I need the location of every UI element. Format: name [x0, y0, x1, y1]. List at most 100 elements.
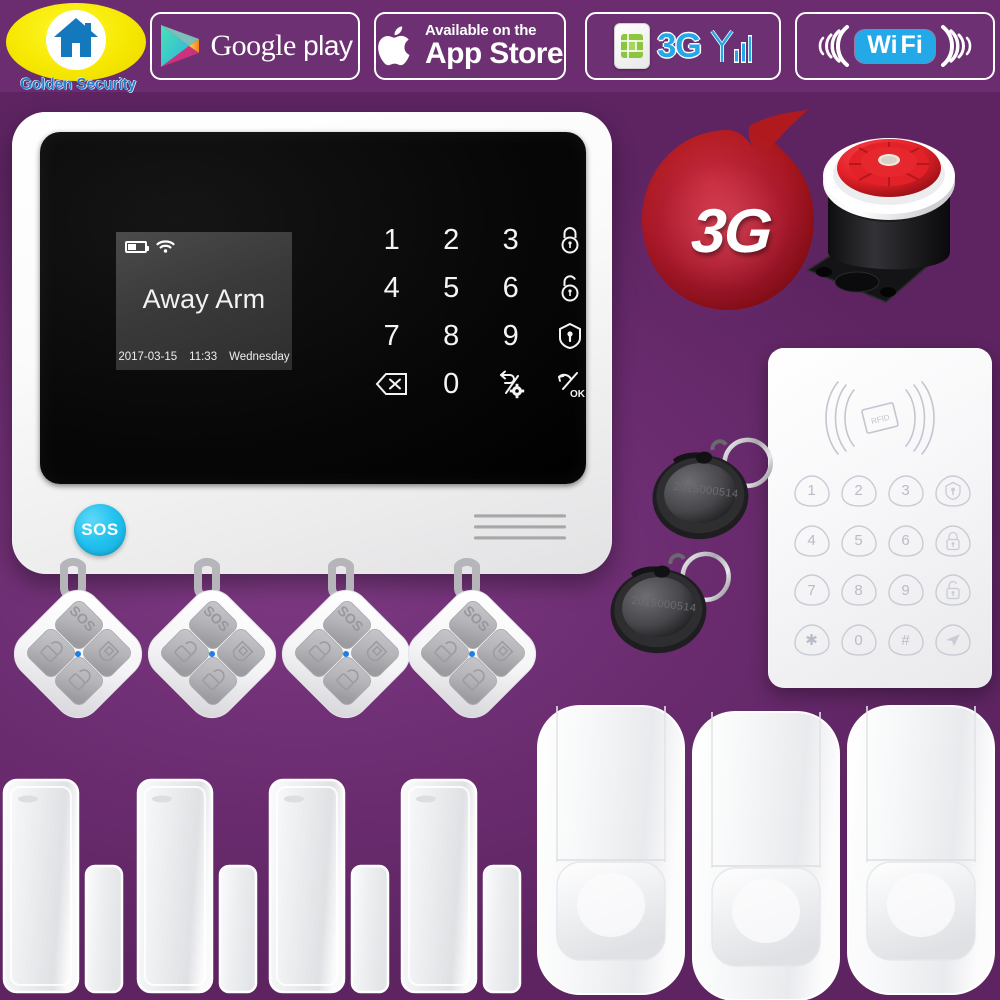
rfid-key-8-label: 8	[854, 581, 863, 599]
apple-logo-icon	[378, 26, 410, 66]
rfid-key-3-label: 3	[901, 482, 910, 500]
sos-button[interactable]: SOS	[74, 504, 126, 556]
door-window-sensor	[136, 778, 258, 1000]
door-sensor-graphic	[2, 778, 124, 994]
key-4[interactable]: 4	[362, 264, 422, 312]
rfid-key-3[interactable]: 3	[884, 468, 927, 514]
door-window-sensor	[400, 778, 522, 1000]
wifi-waves-icon	[818, 25, 850, 67]
lcd-status-icons	[125, 240, 175, 254]
home-shield-icon	[559, 322, 582, 350]
rfid-key-4-label: 4	[807, 532, 816, 550]
ok-icon: OK	[558, 372, 586, 400]
key-settings[interactable]	[481, 360, 541, 408]
home-shield-icon	[944, 481, 961, 501]
door-sensor-graphic	[268, 778, 390, 994]
rfid-key-hash-label: #	[901, 631, 910, 649]
badge-3g-teardrop: 3G	[628, 108, 824, 330]
key-delete[interactable]	[362, 360, 422, 408]
remote-control: SOS	[400, 557, 537, 735]
brand-name: Golden Security	[20, 76, 136, 93]
svg-text:OK: OK	[570, 389, 586, 400]
battery-icon	[125, 241, 149, 253]
key-arm-away[interactable]	[541, 216, 601, 264]
panel-glass-front: Away Arm 2017-03-15 11:33 Wednesday 1 2 …	[40, 132, 586, 484]
google-play-word-google: Google	[210, 29, 297, 62]
gear-arrow-icon	[499, 370, 524, 399]
key-5[interactable]: 5	[422, 264, 482, 312]
rfid-key-0-label: 0	[854, 631, 863, 649]
pir-motion-detector	[535, 700, 687, 1000]
backspace-icon	[375, 373, 407, 395]
badge-google-play[interactable]: Google play	[150, 12, 360, 80]
rfid-key-1[interactable]: 1	[790, 468, 833, 514]
app-store-title: App Store	[425, 37, 564, 70]
key-3[interactable]: 3	[481, 216, 541, 264]
sim-card-icon	[614, 23, 651, 69]
key-7[interactable]: 7	[362, 312, 422, 360]
lock-open-icon	[945, 581, 960, 600]
rfid-antenna-icon: RFID	[825, 381, 935, 455]
key-arm-home[interactable]	[541, 312, 601, 360]
rfid-key-arm-away[interactable]	[931, 518, 974, 564]
badge-3g-text: 3G	[689, 197, 773, 266]
rfid-keypad-grid: 1 2 3 4 5 6 7 8 9 ✱ 0 #	[790, 468, 974, 663]
rfid-key-star-label: ✱	[805, 632, 818, 650]
rfid-keypad: RFID 1 2 3 4 5 6 7 8 9 ✱ 0 #	[768, 348, 992, 688]
rfid-tag: 2015000514	[592, 546, 751, 665]
rfid-key-disarm[interactable]	[931, 568, 974, 614]
rfid-key-4[interactable]: 4	[790, 518, 833, 564]
key-disarm[interactable]	[541, 264, 601, 312]
rfid-key-send[interactable]	[931, 617, 974, 663]
key-6[interactable]: 6	[481, 264, 541, 312]
rfid-key-star[interactable]: ✱	[790, 617, 833, 663]
lock-closed-icon	[945, 531, 960, 550]
rfid-key-9[interactable]: 9	[884, 568, 927, 614]
remote-graphic: SOS	[13, 557, 143, 719]
wifi-label-wi: Wi	[867, 30, 898, 59]
rfid-key-1-label: 1	[807, 482, 816, 500]
rfid-key-9-label: 9	[901, 581, 910, 599]
wifi-waves-icon-right	[940, 25, 972, 67]
key-2[interactable]: 2	[422, 216, 482, 264]
remote-control: SOS	[140, 557, 277, 735]
rfid-key-7-label: 7	[807, 581, 816, 599]
wifi-icon	[156, 240, 175, 253]
lock-open-icon	[561, 275, 579, 302]
svg-text:RFID: RFID	[870, 413, 891, 426]
rfid-key-hash[interactable]: #	[884, 617, 927, 663]
remote-graphic: SOS	[281, 557, 411, 719]
pir-graphic	[537, 705, 685, 995]
rfid-key-7[interactable]: 7	[790, 568, 833, 614]
header-bar: Golden Security Google play Available on…	[0, 0, 1000, 93]
rfid-tag: 2015000514	[634, 432, 793, 551]
key-ok[interactable]: OK	[541, 360, 601, 408]
lcd-date: 2017-03-15	[118, 351, 178, 363]
app-store-tagline: Available on the	[425, 22, 537, 39]
badge-app-store[interactable]: Available on the App Store	[374, 12, 566, 80]
rfid-key-2[interactable]: 2	[837, 468, 880, 514]
brand-logo: Golden Security	[4, 2, 148, 102]
key-8[interactable]: 8	[422, 312, 482, 360]
rfid-key-6-label: 6	[901, 532, 910, 550]
wired-siren	[800, 112, 990, 327]
key-9[interactable]: 9	[481, 312, 541, 360]
remote-graphic: SOS	[147, 557, 277, 719]
door-window-sensor	[2, 778, 124, 1000]
key-1[interactable]: 1	[362, 216, 422, 264]
send-arrow-icon	[945, 634, 960, 647]
pir-graphic	[847, 705, 995, 995]
rfid-key-arm-home[interactable]	[931, 468, 974, 514]
remote-control: SOS	[6, 557, 143, 735]
rfid-key-8[interactable]: 8	[837, 568, 880, 614]
key-0[interactable]: 0	[422, 360, 482, 408]
speaker-grille	[474, 514, 566, 540]
lock-closed-icon	[561, 227, 579, 254]
rfid-key-5[interactable]: 5	[837, 518, 880, 564]
badge-wifi[interactable]: Wi Fi	[795, 12, 995, 80]
pir-motion-detector	[690, 706, 842, 1000]
badge-3g-network[interactable]: 3G	[585, 12, 781, 80]
rfid-key-0[interactable]: 0	[837, 617, 880, 663]
rfid-key-6[interactable]: 6	[884, 518, 927, 564]
panel-keypad: 1 2 3 4 5 6 7 8 9 0 OK	[362, 216, 600, 408]
